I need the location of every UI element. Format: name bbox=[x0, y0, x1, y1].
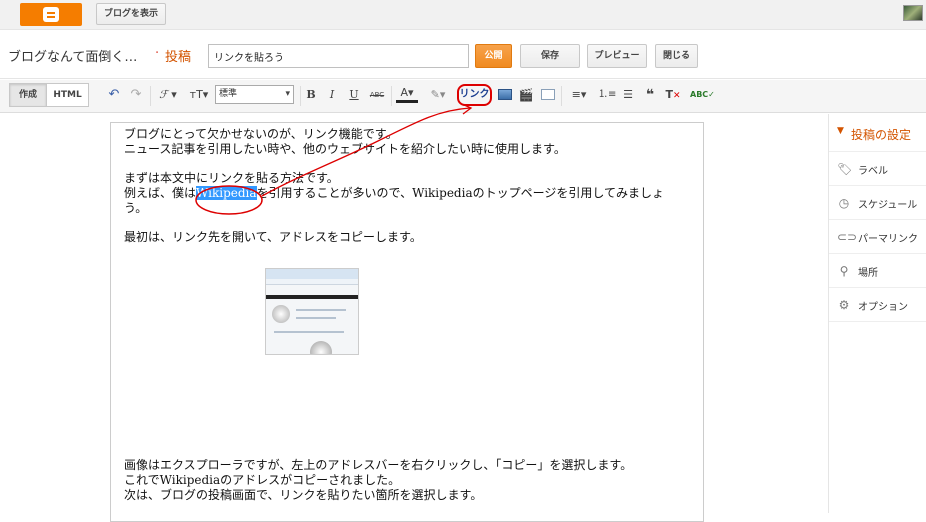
text-color-icon[interactable]: A▾ bbox=[396, 86, 418, 103]
jump-break-icon[interactable] bbox=[541, 89, 555, 100]
bullet-list-icon[interactable]: ☰ bbox=[620, 86, 636, 104]
sidebar-item-label: ラベル bbox=[858, 166, 888, 177]
selected-text[interactable]: Wikipedia bbox=[196, 186, 257, 200]
redacted-bar bbox=[266, 295, 358, 299]
redo-icon[interactable]: ↷ bbox=[128, 86, 144, 104]
blogger-logo[interactable] bbox=[20, 3, 82, 26]
post-title-input[interactable] bbox=[208, 44, 469, 68]
save-button[interactable]: 保存 bbox=[520, 44, 580, 68]
top-bar: ブログを表示 bbox=[0, 0, 926, 30]
text-line: これでWikipediaのアドレスがコピーされました。 bbox=[124, 473, 401, 487]
font-size-icon[interactable]: ᴛT▾ bbox=[186, 86, 212, 104]
breadcrumb-separator: · bbox=[155, 46, 160, 61]
image-icon[interactable] bbox=[498, 89, 512, 100]
text-line: ブログにとって欠かせないのが、リンク機能です。 bbox=[124, 127, 398, 141]
sidebar-item-label: オプション bbox=[858, 302, 908, 313]
clock-icon: ◷ bbox=[838, 196, 850, 210]
embedded-screenshot-image[interactable] bbox=[265, 268, 359, 355]
toolbar-divider bbox=[150, 86, 151, 106]
publish-button[interactable]: 公開 bbox=[475, 44, 512, 68]
close-button[interactable]: 閉じる bbox=[655, 44, 698, 68]
browser-address-bar bbox=[266, 279, 358, 285]
text-line: う。 bbox=[124, 201, 148, 215]
link-annotation-circle bbox=[457, 84, 492, 106]
browser-titlebar bbox=[266, 269, 358, 279]
thumb-line bbox=[274, 331, 344, 333]
view-blog-button[interactable]: ブログを表示 bbox=[96, 3, 166, 25]
text-line: まずは本文中にリンクを貼る方法です。 bbox=[124, 171, 339, 185]
spellcheck-icon[interactable]: ABC✓ bbox=[690, 86, 715, 104]
wikipedia-globe-icon bbox=[310, 341, 332, 354]
strikethrough-icon[interactable]: ABC bbox=[368, 86, 386, 104]
format-select[interactable]: 標準 bbox=[215, 85, 294, 104]
italic-icon[interactable]: I bbox=[326, 86, 338, 104]
text-segment: を引用することが多いので、Wikipediaのトップページを引用してみましょ bbox=[256, 186, 664, 200]
tag-icon: 🏷 bbox=[837, 162, 853, 176]
sidebar-item-options[interactable]: ⚙ オプション bbox=[829, 288, 926, 322]
text-line: ニュース記事を引用したい時や、他のウェブサイトを紹介したい時に使用します。 bbox=[124, 142, 566, 156]
avatar[interactable] bbox=[903, 5, 923, 21]
compose-mode-tab[interactable]: 作成 bbox=[9, 83, 47, 107]
post-settings-header: ▼ 投稿の設定 bbox=[829, 114, 926, 152]
text-segment: 例えば、僕は bbox=[124, 186, 197, 200]
post-settings-title: 投稿の設定 bbox=[851, 128, 912, 142]
pin-icon: ⚲ bbox=[839, 264, 849, 278]
post-body[interactable]: ブログにとって欠かせないのが、リンク機能です。 ニュース記事を引用したい時や、他… bbox=[124, 127, 684, 503]
preview-button[interactable]: プレビュー bbox=[587, 44, 647, 68]
undo-icon[interactable]: ↶ bbox=[106, 86, 122, 104]
thumb-line bbox=[296, 317, 336, 319]
editor-toolbar: 作成 HTML ↶ ↷ ℱ ▾ ᴛT▾ 標準 B I U ABC A▾ ✎▾ リ… bbox=[0, 80, 926, 113]
html-mode-tab[interactable]: HTML bbox=[46, 83, 89, 107]
post-type-label: 投稿 bbox=[165, 50, 192, 65]
video-icon[interactable]: 🎬 bbox=[518, 86, 534, 104]
sidebar-item-label: パーマリンク bbox=[858, 234, 918, 245]
blog-title: ブログなんて面倒く… bbox=[8, 50, 138, 65]
sidebar-item-label: スケジュール bbox=[858, 200, 918, 211]
underline-icon[interactable]: U bbox=[347, 86, 361, 104]
post-header: ブログなんて面倒く… · 投稿 公開 保存 プレビュー 閉じる bbox=[0, 31, 926, 79]
link-icon: ⊂⊃ bbox=[837, 230, 858, 244]
quote-icon[interactable]: ❝ bbox=[642, 86, 658, 104]
text-line: 最初は、リンク先を開いて、アドレスをコピーします。 bbox=[124, 230, 422, 244]
align-icon[interactable]: ≡▾ bbox=[567, 86, 591, 104]
sidebar-item-schedule[interactable]: ◷ スケジュール bbox=[829, 186, 926, 220]
wikipedia-globe-icon bbox=[272, 305, 290, 323]
text-line: 例えば、僕はWikipediaを引用することが多いので、Wikipediaのトッ… bbox=[124, 186, 684, 201]
sidebar-item-labels[interactable]: 🏷 ラベル bbox=[829, 152, 926, 186]
remove-format-icon[interactable]: T✕ bbox=[665, 86, 681, 104]
post-settings-sidebar: ▼ 投稿の設定 🏷 ラベル ◷ スケジュール ⊂⊃ パーマリンク ⚲ 場所 ⚙ … bbox=[828, 114, 926, 513]
sidebar-item-permalink[interactable]: ⊂⊃ パーマリンク bbox=[829, 220, 926, 254]
bold-icon[interactable]: B bbox=[305, 86, 317, 104]
gear-icon: ⚙ bbox=[838, 298, 850, 312]
blogger-b-icon bbox=[43, 7, 59, 22]
text-line: 画像はエクスプローラですが、左上のアドレスバーを右クリックし、「コピー」を選択し… bbox=[124, 458, 633, 472]
thumb-line bbox=[296, 309, 346, 311]
numbered-list-icon[interactable]: ⒈≡ bbox=[598, 86, 616, 104]
triangle-down-icon: ▼ bbox=[837, 126, 844, 136]
toolbar-divider bbox=[300, 86, 301, 106]
toolbar-divider bbox=[391, 86, 392, 106]
sidebar-item-label: 場所 bbox=[858, 268, 878, 279]
text-line: 次は、ブログの投稿画面で、リンクを貼りたい箇所を選択します。 bbox=[124, 488, 483, 502]
highlight-color-icon[interactable]: ✎▾ bbox=[426, 86, 450, 104]
sidebar-item-location[interactable]: ⚲ 場所 bbox=[829, 254, 926, 288]
font-family-icon[interactable]: ℱ ▾ bbox=[156, 86, 180, 104]
toolbar-divider bbox=[561, 86, 562, 106]
